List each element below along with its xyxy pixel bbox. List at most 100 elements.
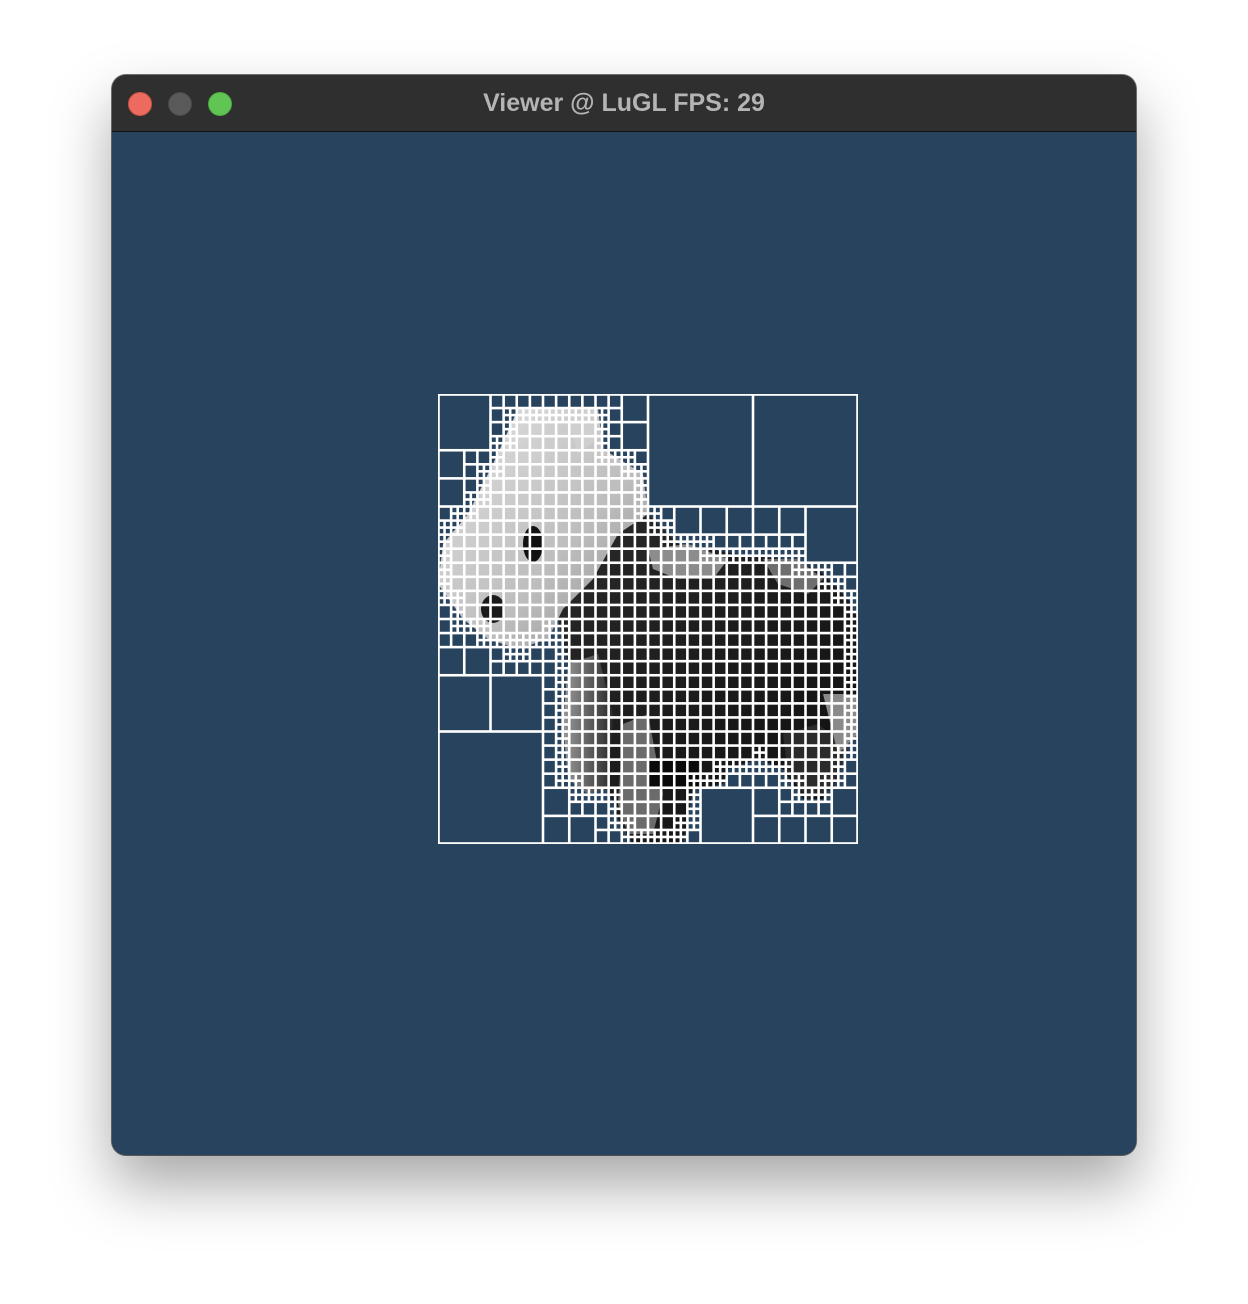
- quadtree-cell: [450, 625, 458, 634]
- quadtree-cell: [621, 449, 629, 458]
- quadtree-cell: [647, 394, 754, 507]
- quadtree-cell: [490, 449, 498, 458]
- quadtree-cell: [523, 653, 531, 662]
- quadtree-cell: [438, 506, 452, 521]
- quadtree-cell: [555, 731, 563, 739]
- quadtree-cell: [477, 464, 485, 472]
- quadtree-cell: [733, 766, 741, 774]
- quadtree-cell: [759, 766, 767, 774]
- quadtree-cell: [438, 394, 491, 451]
- quadtree-cell: [555, 717, 563, 725]
- quadtree-cell: [752, 759, 760, 767]
- quadtree-cell: [687, 829, 701, 844]
- quadtree-cell: [542, 731, 557, 746]
- quadtree-cell: [608, 829, 623, 844]
- quadtree-cell: [555, 646, 563, 655]
- quadtree-cell: [700, 534, 708, 542]
- quadtree-cell: [438, 646, 465, 676]
- quadtree-cell: [555, 653, 563, 662]
- quadtree-cell: [628, 456, 636, 465]
- quadtree-cell: [555, 773, 563, 782]
- quadtree-cell: [490, 407, 504, 423]
- title-bar[interactable]: Viewer @ LuGL FPS: 29: [112, 75, 1136, 132]
- quadtree-cell: [457, 625, 465, 634]
- quadtree-cell: [792, 548, 800, 557]
- quadtree-cell: [463, 464, 478, 479]
- quadtree-cell: [693, 808, 701, 817]
- quadtree-cell: [818, 562, 826, 571]
- quadtree-cell: [542, 773, 557, 789]
- quadtree-cell: [805, 801, 819, 817]
- quadtree-cell: [490, 394, 504, 409]
- quadtree-cell: [477, 639, 485, 648]
- quadtree-cell: [463, 449, 478, 465]
- quadtree-cell: [509, 407, 518, 416]
- quadtree-cell: [582, 801, 596, 817]
- quadtree-cell: [831, 562, 846, 578]
- quadtree-cell: [660, 520, 668, 528]
- quadtree-cell: [601, 407, 609, 416]
- quadtree-cell: [647, 506, 655, 514]
- quadtree-cell: [680, 534, 688, 542]
- quadtree-cell: [621, 394, 649, 423]
- quadtree-cell: [601, 442, 609, 451]
- quadtree-cell: [463, 625, 472, 634]
- quadtree-cell: [778, 773, 787, 782]
- quadtree-cell: [693, 794, 701, 803]
- quadtree-cell: [746, 548, 754, 557]
- quadtree-render: [438, 394, 858, 844]
- quadtree-cell: [844, 759, 858, 774]
- quadtree-cell: [746, 766, 754, 774]
- quadtree-cell: [444, 527, 452, 535]
- quadtree-cell: [778, 780, 787, 789]
- quadtree-cell: [542, 689, 557, 704]
- quadtree-cell: [778, 534, 793, 549]
- quadtree-cell: [529, 646, 544, 662]
- quadtree-cell: [700, 541, 708, 549]
- quadtree-cell: [463, 492, 472, 500]
- quadtree-cell: [805, 815, 833, 844]
- quadtree-cell: [438, 478, 465, 507]
- quadtree-cell: [503, 653, 511, 662]
- quadtree-cell: [601, 435, 609, 444]
- quadtree-cell: [542, 674, 557, 690]
- quadtree-cell: [621, 421, 649, 451]
- quadtree-cell: [660, 506, 675, 521]
- quadtree-cell: [463, 646, 491, 676]
- quadtree-cell: [503, 646, 511, 655]
- quadtree-cell: [463, 499, 472, 507]
- quadtree-cell: [503, 394, 518, 409]
- quadtree-cell: [555, 710, 563, 718]
- quadtree-cell: [503, 414, 511, 423]
- quadtree-cell: [752, 394, 858, 507]
- quadtree-cell: [575, 794, 583, 803]
- quadtree-cell: [726, 534, 741, 549]
- quadtree-cell: [752, 548, 760, 557]
- quadtree-cell: [824, 562, 833, 571]
- quadtree-cell: [555, 394, 570, 409]
- quadtree-cell: [673, 506, 701, 535]
- quadtree-cell: [555, 667, 563, 676]
- quadtree-cell: [503, 407, 511, 416]
- quadtree-cell: [792, 534, 806, 549]
- quadtree-cell: [739, 548, 747, 557]
- quadtree-cell: [450, 506, 458, 514]
- quadtree-cell: [667, 527, 675, 535]
- quadtree-cell: [529, 660, 544, 676]
- quadtree-cell: [555, 681, 563, 690]
- quadtree-cell: [438, 604, 452, 620]
- quadtree-cell: [490, 421, 504, 437]
- quadtree-cell: [608, 394, 623, 409]
- quadtree-cell: [805, 506, 858, 564]
- render-viewport[interactable]: [112, 132, 1136, 1155]
- quadtree-cell: [490, 674, 544, 732]
- quadtree-cell: [601, 414, 609, 423]
- quadtree-cell: [496, 435, 504, 444]
- quadtree-cell: [542, 639, 550, 648]
- quadtree-cell: [444, 520, 452, 528]
- quadtree-cell: [503, 421, 511, 430]
- quadtree-cell: [555, 639, 563, 648]
- quadtree-cell: [568, 815, 596, 844]
- quadtree-cell: [523, 646, 531, 655]
- quadtree-cell: [450, 611, 458, 620]
